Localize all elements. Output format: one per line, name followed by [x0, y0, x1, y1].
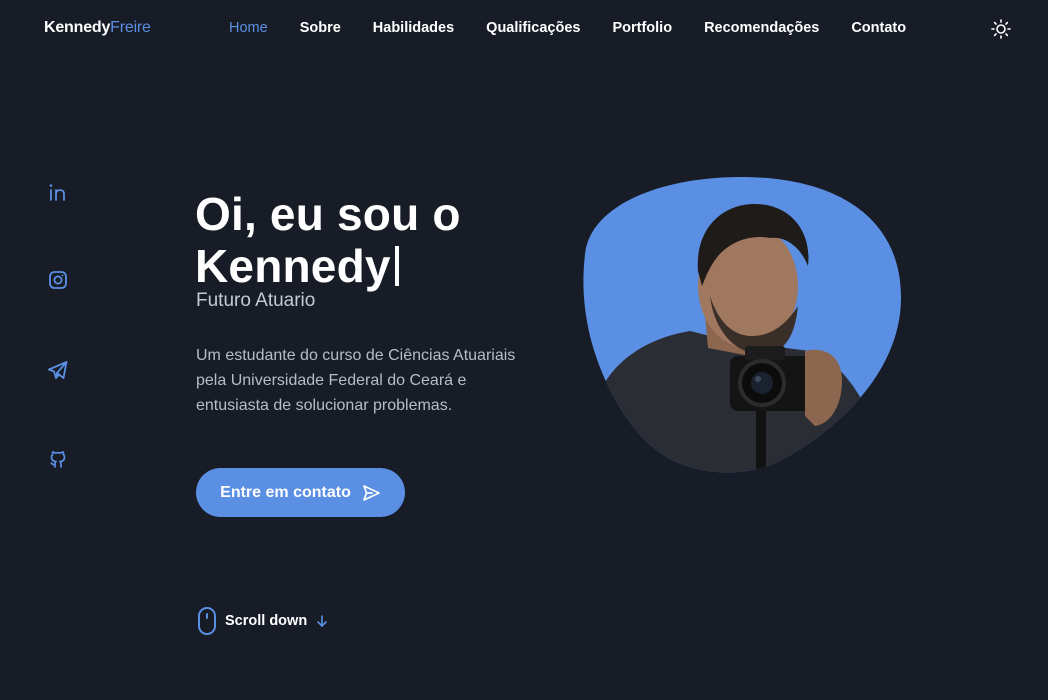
sun-icon [991, 19, 1011, 39]
logo[interactable]: KennedyFreire [44, 19, 151, 37]
instagram-icon [49, 271, 67, 289]
telegram-icon [48, 361, 68, 379]
main-nav: Home Sobre Habilidades Qualificações Por… [229, 20, 938, 36]
profile-blob [583, 176, 902, 473]
contact-button-label: Entre em contato [220, 483, 351, 501]
hero-title-line1: Oi, eu sou o [195, 188, 461, 240]
logo-first: Kennedy [44, 19, 111, 36]
nav-home[interactable]: Home [229, 20, 268, 36]
theme-toggle-button[interactable] [990, 18, 1012, 40]
telegram-link[interactable] [46, 358, 70, 382]
scroll-down-label: Scroll down [225, 613, 308, 629]
nav-qualificacoes[interactable]: Qualificações [486, 20, 580, 36]
hero-title: Oi, eu sou o Kennedy [195, 188, 535, 292]
profile-photo [580, 176, 904, 476]
hero-description: Um estudante do curso de Ciências Atuari… [196, 347, 516, 414]
arrow-down-icon [317, 615, 327, 627]
hero-subtitle: Futuro Atuario [196, 290, 316, 311]
contact-button[interactable]: Entre em contato [196, 468, 405, 517]
scroll-down-link[interactable]: Scroll down [197, 606, 329, 636]
page: KennedyFreire Home Sobre Habilidades Qua… [0, 0, 1048, 700]
nav-sobre[interactable]: Sobre [300, 20, 341, 36]
github-icon [50, 451, 66, 468]
hero-title-line2-wrap: Kennedy [195, 240, 535, 292]
typing-cursor [394, 246, 399, 286]
nav-portfolio[interactable]: Portfolio [612, 20, 672, 36]
github-link[interactable] [46, 447, 70, 471]
logo-last: Freire [110, 19, 151, 36]
nav-habilidades[interactable]: Habilidades [373, 20, 454, 36]
send-icon [362, 484, 380, 501]
mouse-icon [198, 607, 216, 635]
linkedin-link[interactable] [46, 180, 70, 204]
nav-contato[interactable]: Contato [851, 20, 906, 36]
instagram-link[interactable] [46, 268, 70, 292]
linkedin-icon [49, 184, 65, 201]
header: KennedyFreire Home Sobre Habilidades Qua… [0, 0, 1048, 58]
hero-title-line2: Kennedy [195, 240, 391, 292]
nav-recomendacoes[interactable]: Recomendações [704, 20, 819, 36]
